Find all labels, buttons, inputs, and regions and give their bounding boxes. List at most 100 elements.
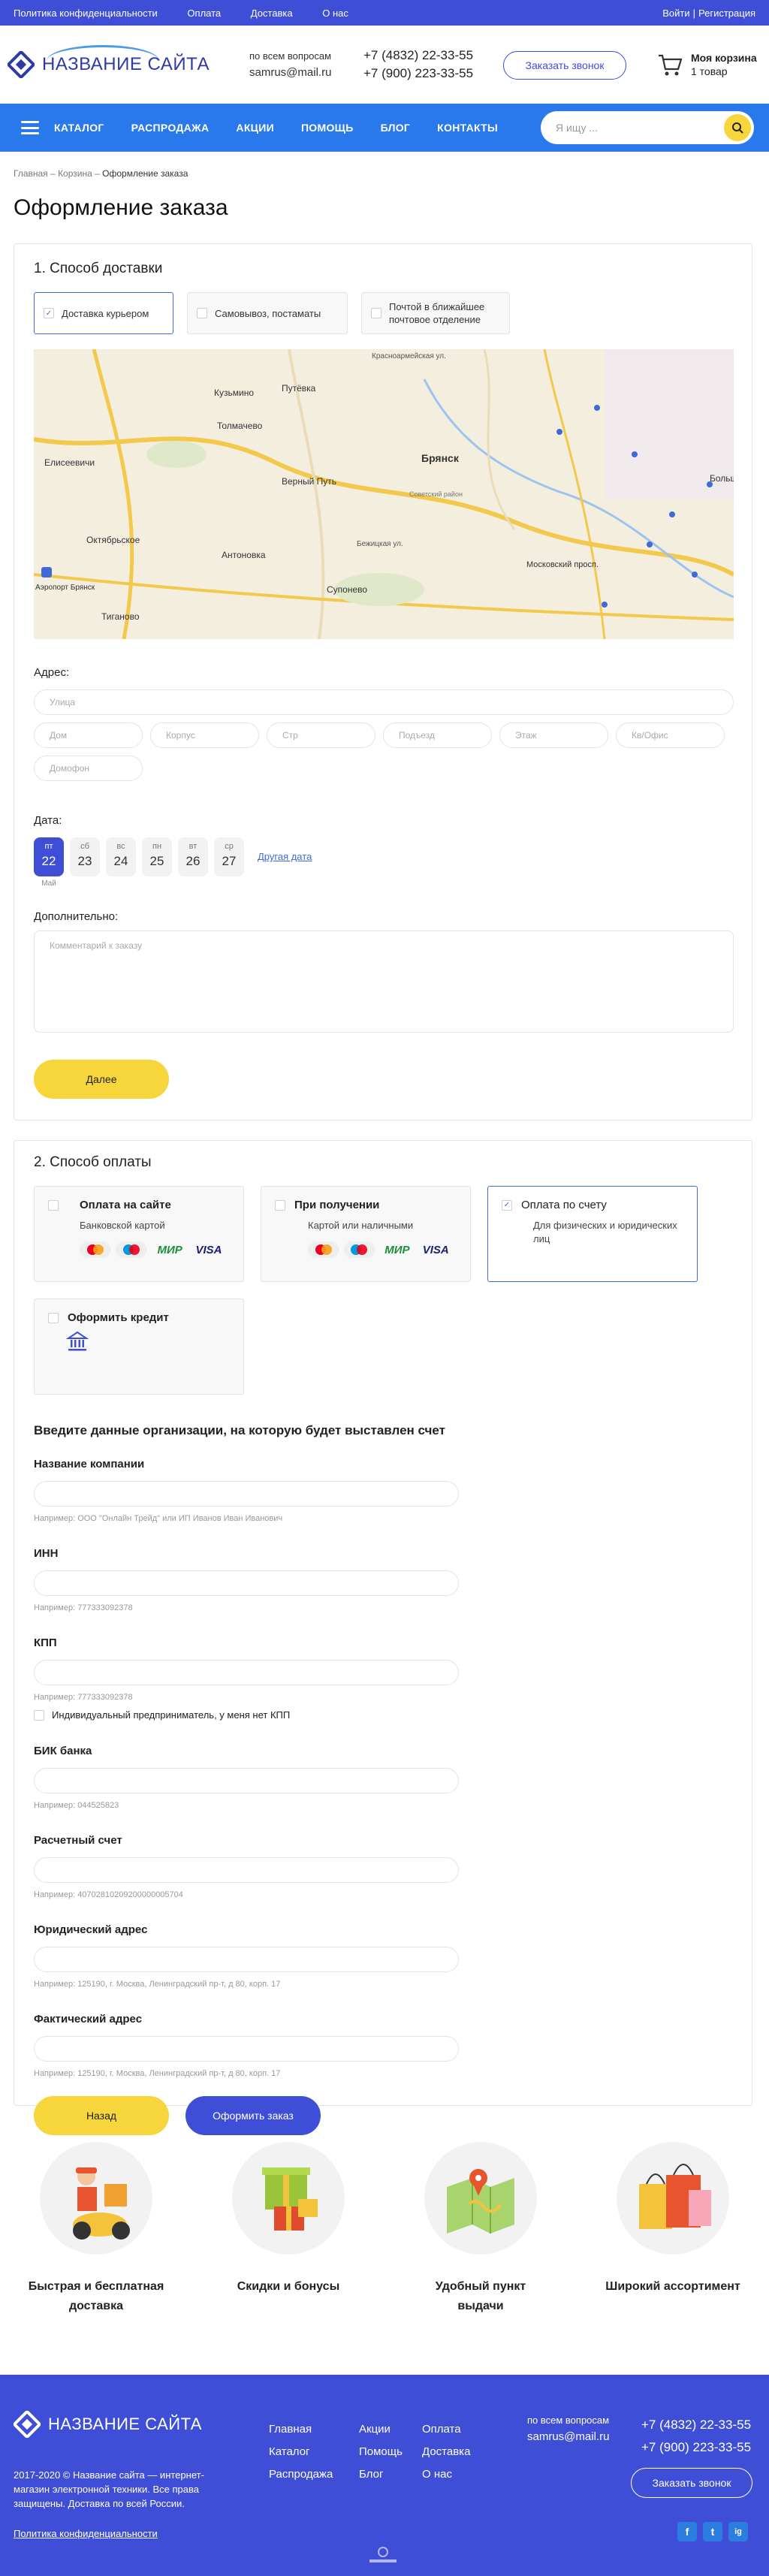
header-email[interactable]: samrus@mail.ru	[249, 65, 331, 81]
date-option[interactable]: сб 23	[70, 837, 100, 876]
footer-link[interactable]: Блог	[359, 2463, 403, 2486]
top-link-privacy[interactable]: Политика конфиденциальности	[14, 8, 158, 19]
footer-link[interactable]: Главная	[269, 2418, 333, 2441]
entrance-input[interactable]: Подъезд	[383, 722, 492, 748]
map-label: Бежицкая ул.	[357, 540, 403, 548]
facebook-icon[interactable]: f	[677, 2522, 697, 2541]
twitter-icon[interactable]: t	[703, 2522, 722, 2541]
nav-item-blog[interactable]: БЛОГ	[381, 122, 411, 134]
footer-contact-caption: по всем вопросам	[527, 2415, 610, 2426]
map-label: Октябрьское	[86, 535, 140, 545]
instagram-icon[interactable]: ig	[728, 2522, 748, 2541]
inn-input[interactable]	[34, 1570, 459, 1596]
top-link-payment[interactable]: Оплата	[187, 8, 221, 19]
callback-button[interactable]: Заказать звонок	[503, 51, 626, 80]
nav-item-contacts[interactable]: КОНТАКТЫ	[437, 122, 498, 134]
footer-phone-2[interactable]: +7 (900) 223-33-55	[641, 2436, 751, 2459]
ip-checkbox[interactable]: Индивидуальный предприниматель, у меня н…	[34, 1709, 735, 1721]
ip-checkbox-label: Индивидуальный предприниматель, у меня н…	[52, 1709, 291, 1721]
delivery-tab-courier[interactable]: ✓ Доставка курьером	[34, 292, 173, 334]
breadcrumb-home[interactable]: Главная	[14, 168, 48, 179]
kpp-input[interactable]	[34, 1660, 459, 1685]
payment-option-on-delivery[interactable]: При получении Картой или наличными МИР V…	[261, 1186, 471, 1282]
actual-address-input[interactable]	[34, 2036, 459, 2062]
footer-logo[interactable]: НАЗВАНИЕ САЙТА	[14, 2411, 202, 2438]
floor-input[interactable]: Этаж	[499, 722, 608, 748]
date-option[interactable]: вс 24	[106, 837, 136, 876]
delivery-tab-post[interactable]: Почтой в ближайшее почтовое отделение	[361, 292, 510, 334]
footer-link[interactable]: Доставка	[422, 2441, 470, 2463]
header-phones: +7 (4832) 22-33-55 +7 (900) 223-33-55	[363, 47, 473, 83]
structure-input[interactable]: Стр	[267, 722, 375, 748]
footer-link[interactable]: Акции	[359, 2418, 403, 2441]
feature-title: доставка	[68, 2300, 124, 2312]
date-option[interactable]: пн 25	[142, 837, 172, 876]
nav-item-promo[interactable]: АКЦИИ	[236, 122, 274, 134]
payment-option-invoice[interactable]: ✓ Оплата по счету Для физических и юридич…	[487, 1186, 698, 1282]
comment-textarea[interactable]: Комментарий к заказу	[34, 931, 734, 1033]
login-link[interactable]: Войти	[662, 8, 689, 19]
breadcrumb-cart[interactable]: Корзина	[58, 168, 92, 179]
header-phone-1[interactable]: +7 (4832) 22-33-55	[363, 47, 473, 65]
cart-widget[interactable]: Моя корзина 1 товар	[656, 51, 757, 78]
delivery-map[interactable]: Кузьмино Путёвка Толмачево Елисеевичи Ве…	[34, 349, 734, 639]
nav-item-help[interactable]: ПОМОЩЬ	[301, 122, 354, 134]
date-option[interactable]: ср 27	[214, 837, 244, 876]
street-input[interactable]: Улица	[34, 689, 734, 715]
top-link-about[interactable]: О нас	[322, 8, 348, 19]
other-date-link[interactable]: Другая дата	[258, 851, 312, 862]
apartment-input[interactable]: Кв/Офис	[616, 722, 725, 748]
legal-address-input[interactable]	[34, 1947, 459, 1972]
footer-link[interactable]: О нас	[422, 2463, 470, 2486]
search-input[interactable]: Я ищу ...	[541, 111, 754, 144]
site-logo[interactable]: НАЗВАНИЕ САЙТА	[6, 45, 248, 80]
header-contact: по всем вопросам samrus@mail.ru	[249, 48, 331, 81]
footer-link[interactable]: Оплата	[422, 2418, 470, 2441]
next-button[interactable]: Далее	[34, 1060, 169, 1099]
company-field: Название компании Например: ООО "Онлайн …	[34, 1458, 735, 1523]
map-label: Больш	[710, 473, 734, 484]
date-option-active[interactable]: пт 22	[34, 837, 64, 876]
footer-link[interactable]: Распродажа	[269, 2463, 333, 2486]
top-bar: Политика конфиденциальности Оплата Доста…	[0, 0, 769, 26]
bik-field: БИК банка Например: 044525823	[34, 1745, 735, 1810]
top-link-delivery[interactable]: Доставка	[251, 8, 293, 19]
intercom-input[interactable]: Домофон	[34, 756, 143, 781]
submit-order-button[interactable]: Оформить заказ	[185, 2096, 321, 2135]
checkbox-checked-icon: ✓	[44, 308, 54, 318]
back-button[interactable]: Назад	[34, 2096, 169, 2135]
delivery-tab-pickup[interactable]: Самовывоз, постаматы	[187, 292, 348, 334]
footer-phone-1[interactable]: +7 (4832) 22-33-55	[641, 2414, 751, 2436]
footer-privacy-link[interactable]: Политика конфиденциальности	[14, 2528, 158, 2539]
nav-item-sale[interactable]: РАСПРОДАЖА	[131, 122, 210, 134]
account-input[interactable]	[34, 1857, 459, 1883]
nav-item-catalog[interactable]: КАТАЛОГ	[54, 122, 104, 134]
footer-menu-3: Оплата Доставка О нас	[422, 2418, 470, 2486]
header-phone-2[interactable]: +7 (900) 223-33-55	[363, 65, 473, 83]
date-option[interactable]: вт 26	[178, 837, 208, 876]
payment-option-credit[interactable]: Оформить кредит	[34, 1299, 244, 1395]
form-actions: Назад Оформить заказ	[34, 2096, 735, 2135]
cart-count: 1 товар	[691, 65, 728, 77]
footer-link[interactable]: Каталог	[269, 2441, 333, 2463]
site-header: НАЗВАНИЕ САЙТА по всем вопросам samrus@m…	[0, 26, 769, 104]
bik-input[interactable]	[34, 1768, 459, 1793]
footer-link[interactable]: Помощь	[359, 2441, 403, 2463]
site-footer: НАЗВАНИЕ САЙТА 2017-2020 © Название сайт…	[0, 2375, 769, 2576]
company-input[interactable]	[34, 1481, 459, 1507]
payment-option-online[interactable]: Оплата на сайте Банковской картой МИР VI…	[34, 1186, 244, 1282]
search-placeholder: Я ищу ...	[556, 122, 599, 134]
search-button[interactable]	[724, 114, 751, 141]
delivery-heading: 1. Способ доставки	[34, 261, 163, 276]
contact-caption: по всем вопросам	[249, 50, 332, 62]
footer-phones: +7 (4832) 22-33-55 +7 (900) 223-33-55	[641, 2414, 751, 2459]
register-link[interactable]: Регистрация	[698, 8, 755, 19]
mir-icon: МИР	[157, 1243, 182, 1256]
building-input[interactable]: Корпус	[150, 722, 259, 748]
house-input[interactable]: Дом	[34, 722, 143, 748]
menu-icon[interactable]	[21, 121, 39, 134]
footer-menu-2: Акции Помощь Блог	[359, 2418, 403, 2486]
map-label: Брянск	[421, 452, 460, 464]
footer-email[interactable]: samrus@mail.ru	[527, 2429, 609, 2445]
footer-callback-button[interactable]: Заказать звонок	[631, 2468, 752, 2498]
